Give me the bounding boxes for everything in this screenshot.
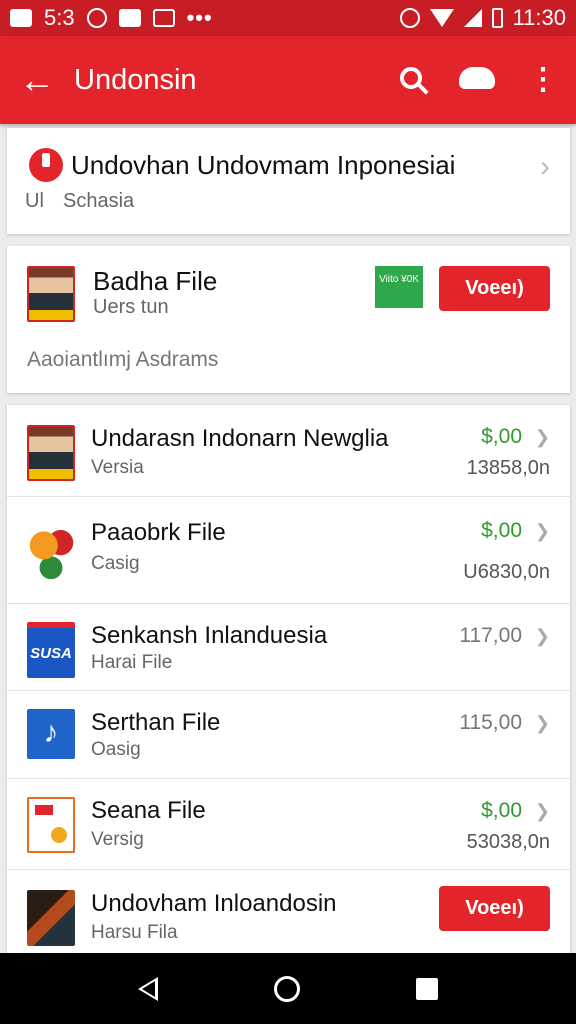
cloud-icon bbox=[459, 67, 495, 89]
featured-card[interactable]: Badha File Uers tun Viito ¥0K Voeeı) Aao… bbox=[7, 246, 570, 393]
nav-back-icon[interactable] bbox=[138, 976, 158, 1001]
item-thumbnail bbox=[27, 797, 75, 853]
item-title: Undarasn Indonarn Newglia bbox=[91, 425, 389, 452]
list-item[interactable]: ♪ Serthan File Oasig 115,00 ❯ bbox=[7, 691, 570, 779]
battery-icon bbox=[491, 8, 503, 28]
chevron-icon[interactable]: ❯ bbox=[535, 521, 550, 542]
item-thumbnail bbox=[27, 523, 75, 579]
system-nav-bar bbox=[0, 953, 576, 1024]
chevron-right-icon[interactable]: › bbox=[540, 150, 550, 184]
status-time-left: 5:3 bbox=[44, 5, 75, 30]
alarm-icon bbox=[399, 8, 420, 28]
item-size: U6830,0n bbox=[463, 561, 550, 583]
chevron-icon[interactable]: ❯ bbox=[535, 801, 550, 822]
back-arrow-icon[interactable]: ← bbox=[0, 59, 74, 101]
item-title: Undovham Inloandosin bbox=[91, 890, 337, 917]
list-item[interactable]: Seana File Versig $,00 ❯ 53038,0n bbox=[7, 779, 570, 870]
more-vert-icon: ⋮ bbox=[528, 63, 558, 96]
item-subtitle: Harsu Fila bbox=[91, 922, 178, 943]
wifi-icon bbox=[429, 9, 454, 27]
featured-description: Aaoiantlımj Asdrams bbox=[27, 348, 219, 371]
app-title: Undonsin bbox=[74, 63, 197, 96]
item-size: 53038,0n bbox=[466, 831, 550, 853]
featured-badge: Viito ¥0K bbox=[375, 266, 423, 308]
item-subtitle: Harai File bbox=[91, 652, 173, 673]
item-title: Serthan File bbox=[91, 709, 221, 736]
item-subtitle: Oasig bbox=[91, 739, 141, 760]
media-icon bbox=[152, 9, 175, 27]
file-list: Undarasn Indonarn Newglia Versia $,00 ❯ … bbox=[7, 405, 570, 953]
header-card[interactable]: Undovhan Undovmam Inponesiai › Ul Schasi… bbox=[7, 128, 570, 234]
chevron-icon[interactable]: ❯ bbox=[535, 427, 550, 448]
item-title: Senkansh Inlanduesia bbox=[91, 622, 328, 649]
more-notifications-icon: ••• bbox=[186, 5, 213, 30]
item-title: Paaobrk File bbox=[91, 519, 226, 546]
item-price: $,00 bbox=[481, 519, 522, 542]
app-logo-icon bbox=[29, 148, 63, 182]
app-notification-icon bbox=[118, 9, 141, 27]
featured-subtitle: Uers tun bbox=[93, 296, 169, 318]
chevron-icon[interactable]: ❯ bbox=[535, 626, 550, 647]
featured-title: Badha File bbox=[93, 266, 218, 296]
notification-icon bbox=[10, 9, 32, 27]
signal-icon bbox=[463, 9, 482, 27]
item-subtitle: Casig bbox=[91, 553, 140, 574]
cloud-button[interactable] bbox=[444, 63, 510, 97]
status-right: 11:30 bbox=[399, 5, 566, 31]
item-price: $,00 bbox=[481, 425, 522, 448]
list-item[interactable]: Paaobrk File Casig $,00 ❯ U6830,0n bbox=[7, 497, 570, 604]
list-item[interactable]: Undarasn Indonarn Newglia Versia $,00 ❯ … bbox=[7, 405, 570, 497]
featured-thumbnail bbox=[27, 266, 75, 322]
nav-home-icon[interactable] bbox=[274, 975, 300, 1002]
header-card-label: Ul bbox=[25, 190, 44, 212]
search-icon bbox=[400, 67, 422, 89]
clock-icon bbox=[86, 8, 107, 28]
list-item[interactable]: Undovham Inloandosin Harsu Fila Voeeı) bbox=[7, 870, 570, 953]
item-subtitle: Versia bbox=[91, 457, 144, 478]
item-thumbnail: SUSA bbox=[27, 622, 75, 678]
item-title: Seana File bbox=[91, 797, 206, 824]
search-button[interactable] bbox=[378, 63, 444, 97]
item-action-button[interactable]: Voeeı) bbox=[439, 886, 550, 931]
chevron-icon[interactable]: ❯ bbox=[535, 713, 550, 734]
header-card-subtitle: Schasia bbox=[63, 190, 135, 212]
item-thumbnail: ♪ bbox=[27, 709, 75, 759]
list-item[interactable]: SUSA Senkansh Inlanduesia Harai File 117… bbox=[7, 604, 570, 691]
item-price: 117,00 bbox=[459, 624, 522, 647]
nav-recents-icon[interactable] bbox=[416, 977, 438, 1000]
status-left: 5:3 ••• bbox=[10, 5, 213, 31]
item-subtitle: Versig bbox=[91, 829, 144, 850]
status-bar: 5:3 ••• 11:30 bbox=[0, 0, 576, 36]
item-size: 13858,0n bbox=[466, 457, 550, 479]
item-price: 115,00 bbox=[459, 711, 522, 734]
status-time-right: 11:30 bbox=[512, 5, 566, 30]
item-thumbnail bbox=[27, 890, 75, 946]
item-thumbnail bbox=[27, 425, 75, 481]
overflow-menu-button[interactable]: ⋮ bbox=[510, 63, 576, 97]
app-bar: ← Undonsin ⋮ bbox=[0, 36, 576, 124]
featured-action-button[interactable]: Voeeı) bbox=[439, 266, 550, 311]
item-price: $,00 bbox=[481, 799, 522, 822]
header-card-title: Undovhan Undovmam Inponesiai bbox=[71, 150, 456, 180]
